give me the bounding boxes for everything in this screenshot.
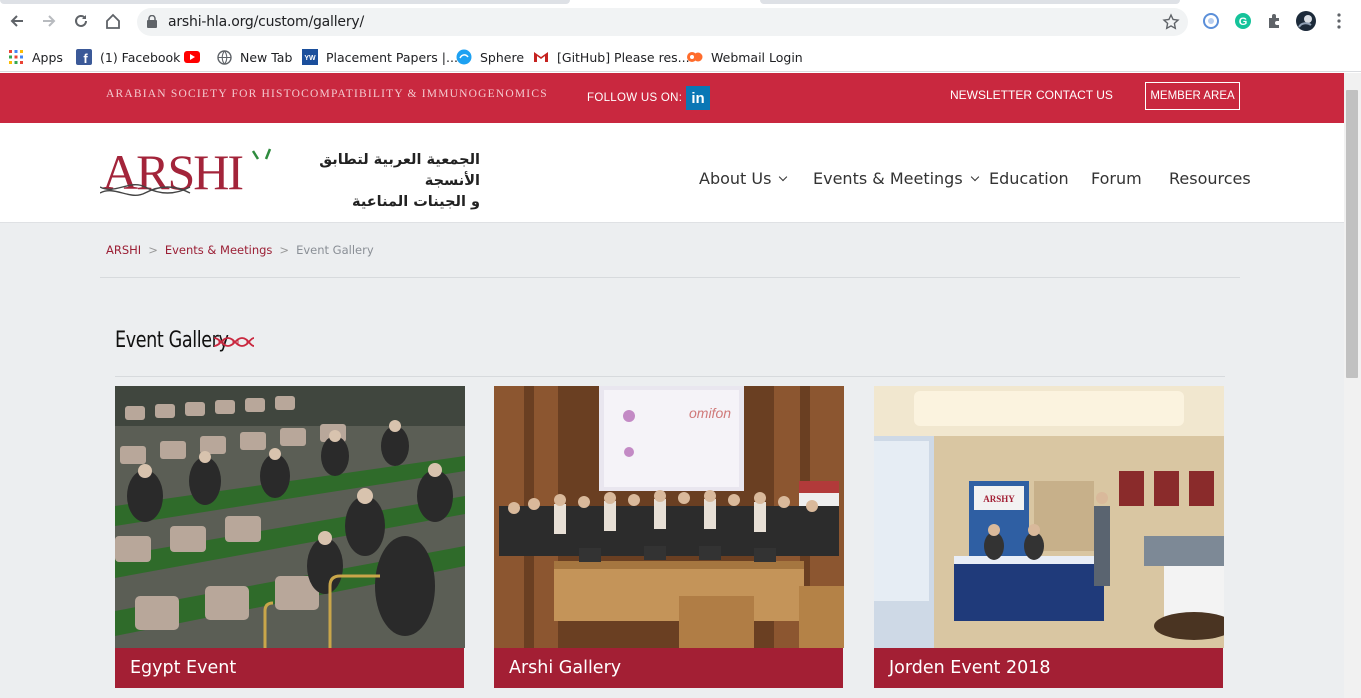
arshi-logo-mark: ARSHI [99, 144, 272, 200]
gmail-icon [533, 49, 549, 65]
globe-icon [216, 49, 232, 65]
bookmark-label: Sphere [480, 49, 525, 65]
bookmark-placement-papers[interactable]: YW Placement Papers |... [302, 44, 458, 70]
bookmark-label: (1) Facebook [100, 49, 181, 65]
nav-resources[interactable]: Resources [1169, 169, 1251, 188]
nav-label: Resources [1169, 169, 1251, 188]
extension-swirl-icon[interactable] [1201, 11, 1221, 31]
sphere-icon [456, 49, 472, 65]
breadcrumb-home[interactable]: ARSHI [106, 243, 141, 257]
divider [115, 376, 1225, 377]
egypt-event-photo [115, 386, 465, 648]
bookmark-github-gmail[interactable]: [GitHub] Please res... [533, 44, 690, 70]
svg-text:omifon: omifon [689, 405, 731, 421]
svg-text:YW: YW [304, 55, 316, 62]
youtube-icon [184, 49, 200, 65]
linkedin-icon[interactable]: in [686, 86, 710, 110]
dna-icon [214, 337, 254, 347]
bookmark-label: Webmail Login [711, 49, 803, 65]
bookmark-new-tab[interactable]: New Tab [216, 44, 292, 70]
gallery-caption[interactable]: Egypt Event [115, 648, 464, 688]
nav-label: Education [989, 169, 1069, 188]
facebook-icon: f [76, 49, 92, 65]
bookmark-label: New Tab [240, 49, 293, 65]
nav-label: Forum [1091, 169, 1142, 188]
bookmark-facebook[interactable]: f (1) Facebook [76, 44, 180, 70]
apps-grid-icon [8, 49, 24, 65]
gallery-caption[interactable]: Jorden Event 2018 [874, 648, 1223, 688]
gallery-caption[interactable]: Arshi Gallery [494, 648, 843, 688]
newsletter-link[interactable]: NEWSLETTER [950, 88, 1032, 102]
nav-label: About Us [699, 169, 772, 188]
nav-education[interactable]: Education [989, 169, 1069, 188]
back-icon[interactable] [6, 10, 28, 32]
arabic-org-name: الجمعية العربية لتطابق الأنسجة و الجينات… [290, 150, 480, 213]
svg-text:ARSHY: ARSHY [983, 494, 1015, 504]
breadcrumb: ARSHI > Events & Meetings > Event Gallery [106, 243, 374, 257]
divider [100, 277, 1240, 278]
arabic-line-2: و الجينات المناعية [352, 194, 480, 210]
bookmark-label: Placement Papers |... [326, 49, 458, 65]
gallery-card-egypt-event[interactable]: Egypt Event [115, 386, 465, 688]
nav-about-us[interactable]: About Us [699, 169, 788, 188]
page-scrollbar[interactable] [1344, 73, 1361, 698]
breadcrumb-current: Event Gallery [296, 243, 374, 257]
jorden-event-photo: ARSHY [874, 386, 1224, 648]
nav-label: Events & Meetings [813, 169, 963, 188]
bookmark-youtube[interactable] [184, 44, 208, 70]
bookmark-apps[interactable]: Apps [8, 44, 63, 70]
breadcrumb-separator: > [279, 243, 290, 257]
scrollbar-thumb[interactable] [1346, 90, 1358, 378]
browser-toolbar: arshi-hla.org/custom/gallery/ G [0, 0, 1361, 40]
yw-icon: YW [302, 49, 318, 65]
svg-text:G: G [1239, 16, 1248, 28]
gallery-card-jorden-event-2018[interactable]: ARSHY Jorden Event 2018 [874, 386, 1224, 688]
chevron-down-icon [779, 172, 788, 181]
bookmarks-bar: Apps f (1) Facebook New Tab YW Placement… [0, 40, 1361, 72]
site-header: ARSHI الجمعية العربية لتطابق الأنسجة و ا… [0, 123, 1344, 223]
menu-kebab-icon[interactable] [1329, 11, 1349, 31]
web-page: ARABIAN SOCIETY FOR HISTOCOMPATIBILITY &… [0, 73, 1344, 698]
breadcrumb-events[interactable]: Events & Meetings [165, 243, 273, 257]
profile-avatar-icon[interactable] [1296, 11, 1316, 31]
nav-events-meetings[interactable]: Events & Meetings [813, 169, 979, 188]
tab-strip-edge [0, 0, 570, 4]
url-text[interactable]: arshi-hla.org/custom/gallery/ [168, 14, 364, 30]
bookmark-label: [GitHub] Please res... [557, 49, 690, 65]
bookmark-label: Apps [32, 49, 63, 65]
cpanel-icon [687, 49, 703, 65]
forward-icon[interactable] [38, 10, 60, 32]
bookmark-sphere[interactable]: Sphere [456, 44, 524, 70]
address-bar[interactable]: arshi-hla.org/custom/gallery/ [137, 8, 1188, 36]
logo-text: ARSHI [102, 144, 242, 199]
svg-text:f: f [83, 51, 88, 65]
follow-us-label: FOLLOW US ON: [587, 92, 683, 104]
breadcrumb-separator: > [148, 243, 158, 257]
member-area-button[interactable]: MEMBER AREA [1145, 82, 1240, 110]
gallery-card-arshi-gallery[interactable]: omifon Arshi Gallery [494, 386, 844, 688]
contact-us-link[interactable]: CONTACT US [1036, 88, 1113, 102]
arabic-line-1: الجمعية العربية لتطابق الأنسجة [319, 152, 480, 189]
arshi-gallery-photo: omifon [494, 386, 844, 648]
home-icon[interactable] [102, 10, 124, 32]
chevron-down-icon [970, 172, 979, 181]
top-bar: ARABIAN SOCIETY FOR HISTOCOMPATIBILITY &… [0, 73, 1344, 123]
grammarly-icon[interactable]: G [1233, 11, 1253, 31]
lock-icon [147, 14, 157, 33]
tab-strip-edge [760, 0, 1180, 4]
extensions-puzzle-icon[interactable] [1265, 11, 1285, 31]
reload-icon[interactable] [70, 10, 92, 32]
org-full-name: ARABIAN SOCIETY FOR HISTOCOMPATIBILITY &… [106, 88, 548, 100]
page-title: Event Gallery [115, 328, 229, 353]
bookmark-webmail[interactable]: Webmail Login [687, 44, 803, 70]
nav-forum[interactable]: Forum [1091, 169, 1142, 188]
bookmark-star-icon[interactable] [1162, 13, 1180, 36]
